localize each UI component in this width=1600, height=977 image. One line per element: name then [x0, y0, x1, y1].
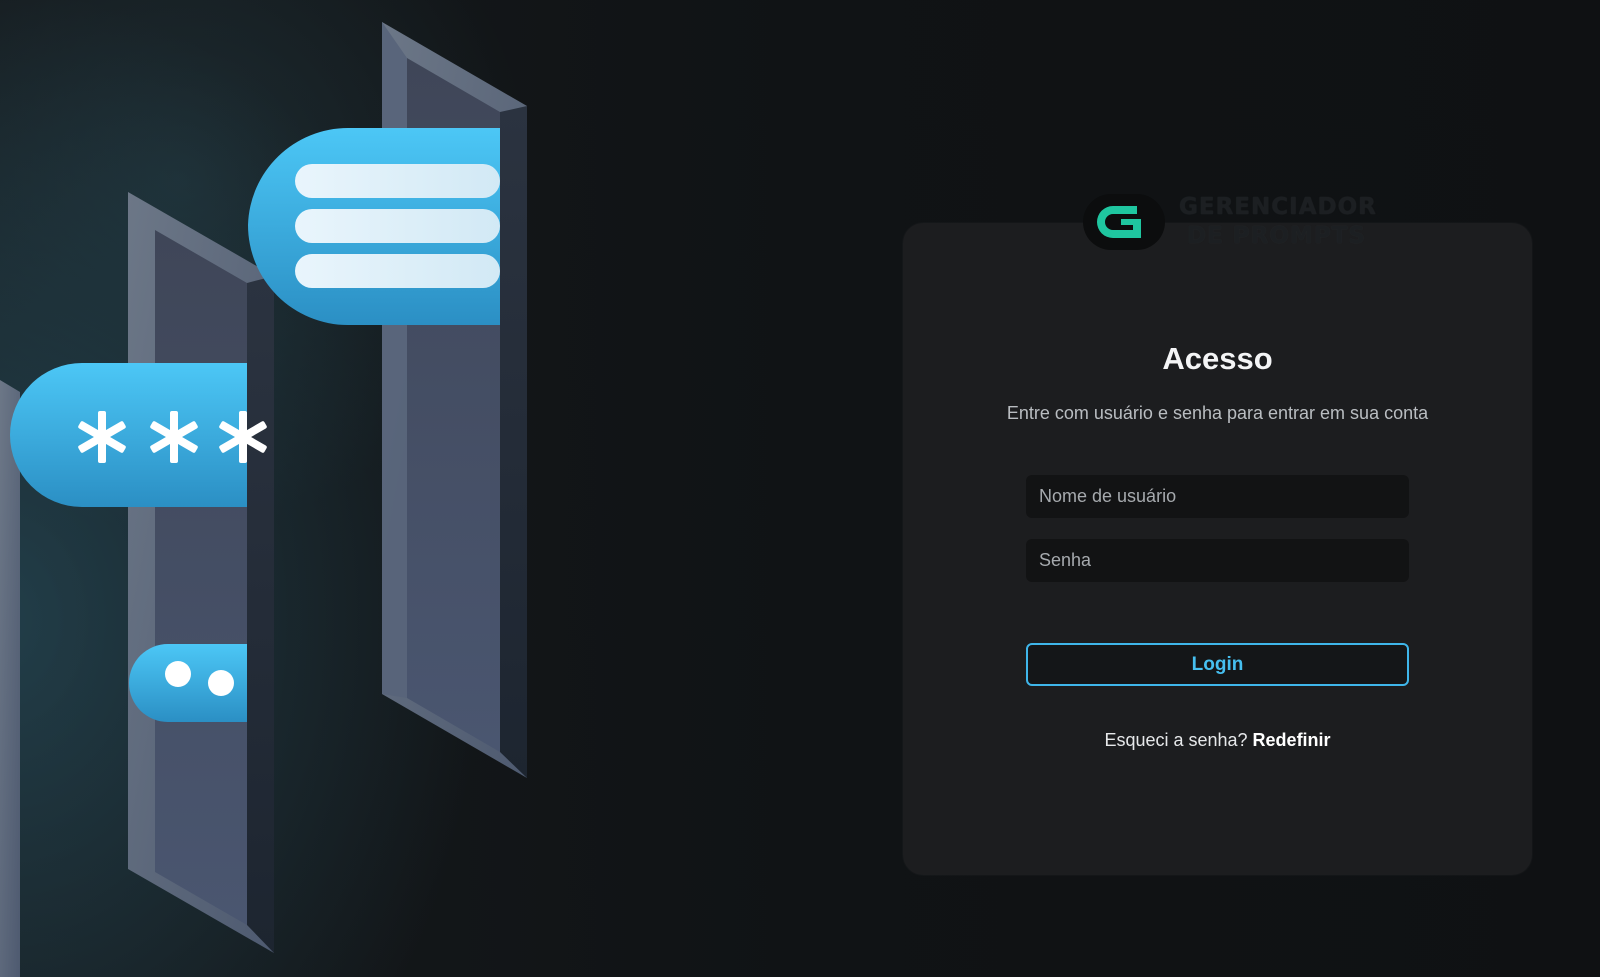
password-bubble-icon	[10, 363, 267, 507]
app-logo: GERENCIADOR DE PROMPTS	[1081, 190, 1377, 254]
illustration-svg	[0, 22, 527, 977]
login-title: Acesso	[1162, 341, 1273, 376]
username-input[interactable]	[1026, 475, 1409, 518]
login-page: GERENCIADOR DE PROMPTS Acesso Entre com …	[0, 0, 1600, 977]
message-bubble-icon	[248, 128, 500, 325]
login-button[interactable]: Login	[1026, 643, 1409, 686]
login-card: Acesso Entre com usuário e senha para en…	[903, 223, 1532, 875]
logo-wordmark: GERENCIADOR DE PROMPTS	[1179, 196, 1377, 248]
login-subtitle: Entre com usuário e senha para entrar em…	[1006, 403, 1429, 423]
typing-bubble-icon	[129, 644, 247, 722]
logo-line-1: GERENCIADOR	[1179, 194, 1377, 220]
left-edge-panel	[0, 380, 20, 977]
security-illustration	[0, 0, 560, 977]
forgot-password-text: Esqueci a senha?	[1104, 730, 1248, 750]
logo-mark-icon	[1083, 194, 1165, 250]
password-input[interactable]	[1026, 539, 1409, 582]
reset-password-link[interactable]: Redefinir	[1253, 730, 1331, 750]
forgot-password-row: Esqueci a senha? Redefinir	[903, 730, 1532, 751]
logo-line-2: DE PROMPTS	[1187, 223, 1366, 249]
middle-panel	[128, 192, 274, 953]
